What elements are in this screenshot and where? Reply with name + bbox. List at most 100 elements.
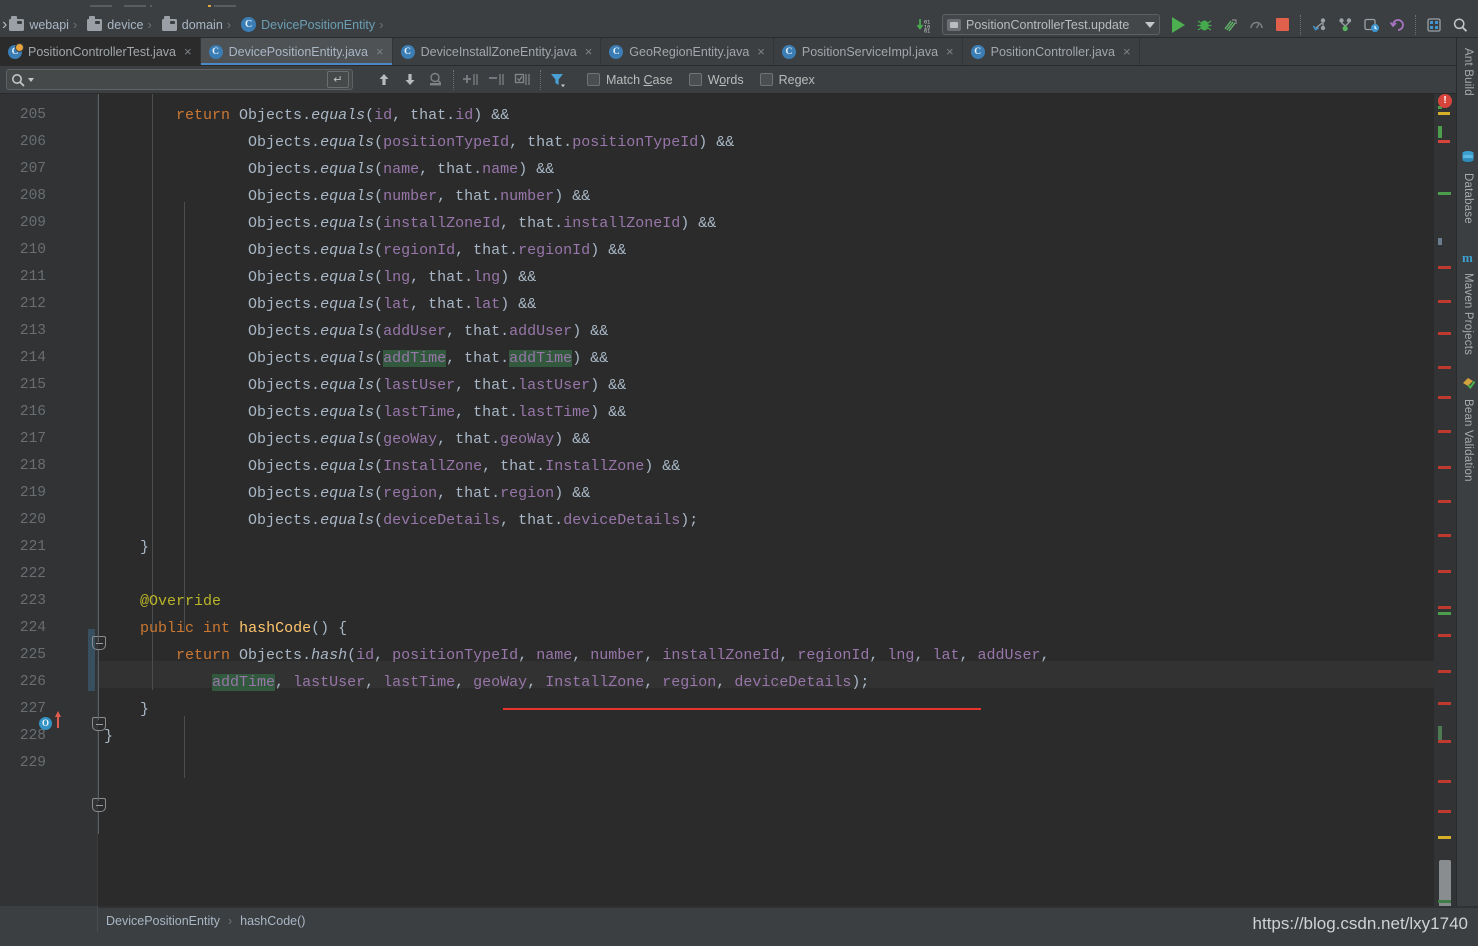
- breadcrumb-item-devicepositionentity[interactable]: C DevicePositionEntity ›: [239, 12, 391, 38]
- select-all-occurrences-icon[interactable]: [423, 67, 449, 93]
- code-line[interactable]: return Objects.equals(id, that.id) &&: [104, 102, 509, 129]
- tool-window-ant-build[interactable]: Ant Build: [1457, 48, 1478, 96]
- select-all-icon[interactable]: [510, 67, 536, 93]
- checkbox-box[interactable]: [688, 73, 702, 86]
- tab-positioncontrollertest[interactable]: C PositionControllerTest.java ×: [0, 38, 201, 65]
- select-in-project-button[interactable]: [1422, 14, 1446, 36]
- stripe-mark-error: [1438, 780, 1451, 783]
- close-icon[interactable]: ×: [946, 45, 954, 58]
- code-line[interactable]: Objects.equals(lastTime, that.lastTime) …: [104, 399, 626, 426]
- folder-icon: [87, 15, 103, 31]
- tab-positioncontroller[interactable]: C PositionController.java ×: [963, 38, 1140, 65]
- run-configuration-icon: [947, 18, 961, 31]
- update-project-button[interactable]: [1307, 14, 1331, 36]
- search-input[interactable]: [34, 72, 327, 87]
- fold-marker-227[interactable]: [92, 798, 106, 812]
- code-line[interactable]: Objects.equals(deviceDetails, that.devic…: [104, 507, 698, 534]
- tool-window-maven[interactable]: m Maven Projects: [1457, 250, 1478, 355]
- code-line[interactable]: Objects.equals(number, that.number) &&: [104, 183, 590, 210]
- breadcrumb-item-device[interactable]: device ›: [85, 12, 159, 38]
- run-configuration-label: PositionControllerTest.update: [966, 17, 1130, 32]
- overriding-method-gutter-icon[interactable]: O: [39, 717, 52, 730]
- code-line[interactable]: public int hashCode() {: [104, 615, 347, 642]
- code-line[interactable]: addTime, lastUser, lastTime, geoWay, Ins…: [104, 669, 869, 696]
- find-next-icon[interactable]: [397, 67, 423, 93]
- close-icon[interactable]: ×: [585, 45, 593, 58]
- search-everywhere-button[interactable]: [1448, 14, 1472, 36]
- status-breadcrumb-method[interactable]: hashCode(): [240, 914, 305, 928]
- code-line[interactable]: }: [104, 534, 149, 561]
- vcs-history-button[interactable]: [1359, 14, 1383, 36]
- gutter-footer: [0, 906, 98, 932]
- debug-button[interactable]: [1192, 14, 1216, 36]
- update-running-application-icon[interactable]: 01 10 01: [912, 14, 936, 36]
- remove-selection-icon[interactable]: [484, 67, 510, 93]
- code-line[interactable]: Objects.equals(lastUser, that.lastUser) …: [104, 372, 626, 399]
- editor-text[interactable]: return Objects.equals(id, that.id) && Ob…: [98, 94, 1434, 906]
- code-line[interactable]: @Override: [104, 588, 221, 615]
- code-line[interactable]: Objects.equals(geoWay, that.geoWay) &&: [104, 426, 590, 453]
- stop-button[interactable]: [1270, 14, 1294, 36]
- stripe-mark-error: [1438, 570, 1451, 573]
- tab-devicepositionentity[interactable]: C DevicePositionEntity.java ×: [200, 38, 393, 65]
- status-breadcrumb: DevicePositionEntity › hashCode(): [106, 914, 305, 928]
- profiler-button[interactable]: [1244, 14, 1268, 36]
- tab-deviceinstallzoneentity[interactable]: C DeviceInstallZoneEntity.java ×: [393, 38, 602, 65]
- search-field[interactable]: ↵: [6, 69, 353, 90]
- run-configuration-selector[interactable]: PositionControllerTest.update: [942, 14, 1160, 35]
- tab-georegionentity[interactable]: C GeoRegionEntity.java ×: [601, 38, 774, 65]
- bean-validation-icon: [1461, 376, 1476, 395]
- error-stripe-panel[interactable]: [1434, 94, 1456, 946]
- fold-marker-224[interactable]: [92, 717, 106, 731]
- words-checkbox[interactable]: Words: [688, 72, 744, 87]
- checkbox-label: Words: [707, 72, 744, 87]
- close-icon[interactable]: ×: [757, 45, 765, 58]
- line-number: 221: [19, 539, 46, 555]
- close-icon[interactable]: ×: [376, 45, 384, 58]
- line-number: 215: [19, 377, 46, 393]
- search-icon[interactable]: [11, 73, 25, 87]
- right-tool-window-bar: Ant Build Database m Maven Projects Bean…: [1456, 38, 1478, 946]
- rollback-button[interactable]: [1385, 14, 1409, 36]
- code-line[interactable]: return Objects.hash(id, positionTypeId, …: [104, 642, 1050, 669]
- inspection-error-badge[interactable]: !: [1438, 94, 1452, 108]
- code-editor[interactable]: return Objects.equals(id, that.id) && Ob…: [0, 94, 1434, 906]
- code-line[interactable]: Objects.equals(addUser, that.addUser) &&: [104, 318, 608, 345]
- commit-button[interactable]: [1333, 14, 1357, 36]
- editor-horizontal-scrollbar[interactable]: [0, 906, 1478, 908]
- line-number: 217: [19, 431, 46, 447]
- code-line[interactable]: Objects.equals(positionTypeId, that.posi…: [104, 129, 734, 156]
- find-previous-icon[interactable]: [371, 67, 397, 93]
- checkbox-box[interactable]: [759, 73, 773, 86]
- close-icon[interactable]: ×: [1123, 45, 1131, 58]
- code-line[interactable]: Objects.equals(InstallZone, that.Install…: [104, 453, 680, 480]
- code-line[interactable]: Objects.equals(addTime, that.addTime) &&: [104, 345, 608, 372]
- code-line[interactable]: Objects.equals(name, that.name) &&: [104, 156, 554, 183]
- breadcrumb-item-domain[interactable]: domain ›: [160, 12, 239, 38]
- add-selection-icon[interactable]: [458, 67, 484, 93]
- breadcrumb-item-webapi[interactable]: webapi ›: [7, 12, 85, 38]
- code-line[interactable]: }: [104, 696, 149, 723]
- code-line[interactable]: Objects.equals(installZoneId, that.insta…: [104, 210, 716, 237]
- code-line[interactable]: Objects.equals(lat, that.lat) &&: [104, 291, 536, 318]
- match-case-checkbox[interactable]: Match Case: [587, 73, 673, 87]
- code-line[interactable]: Objects.equals(regionId, that.regionId) …: [104, 237, 626, 264]
- code-line[interactable]: Objects.equals(region, that.region) &&: [104, 480, 590, 507]
- filter-icon[interactable]: [545, 67, 571, 93]
- tool-window-database[interactable]: Database: [1457, 150, 1478, 224]
- code-line[interactable]: Objects.equals(lng, that.lng) &&: [104, 264, 536, 291]
- search-enter-icon[interactable]: ↵: [327, 71, 349, 88]
- stripe-mark-error: [1438, 670, 1451, 673]
- fold-marker-221[interactable]: [92, 636, 106, 650]
- tab-positionserviceimpl[interactable]: C PositionServiceImpl.java ×: [774, 38, 963, 65]
- stripe-mark-warning: [1438, 112, 1450, 115]
- close-icon[interactable]: ×: [184, 45, 192, 58]
- run-with-coverage-button[interactable]: [1218, 14, 1242, 36]
- checkbox-box[interactable]: [587, 73, 600, 86]
- regex-checkbox[interactable]: Regex: [759, 73, 815, 87]
- run-button[interactable]: [1166, 14, 1190, 36]
- status-breadcrumb-class[interactable]: DevicePositionEntity: [106, 914, 220, 928]
- fold-connector-line: [98, 94, 99, 642]
- tool-window-bean-validation[interactable]: Bean Validation: [1457, 376, 1478, 482]
- tabs-empty-area: [1140, 38, 1452, 65]
